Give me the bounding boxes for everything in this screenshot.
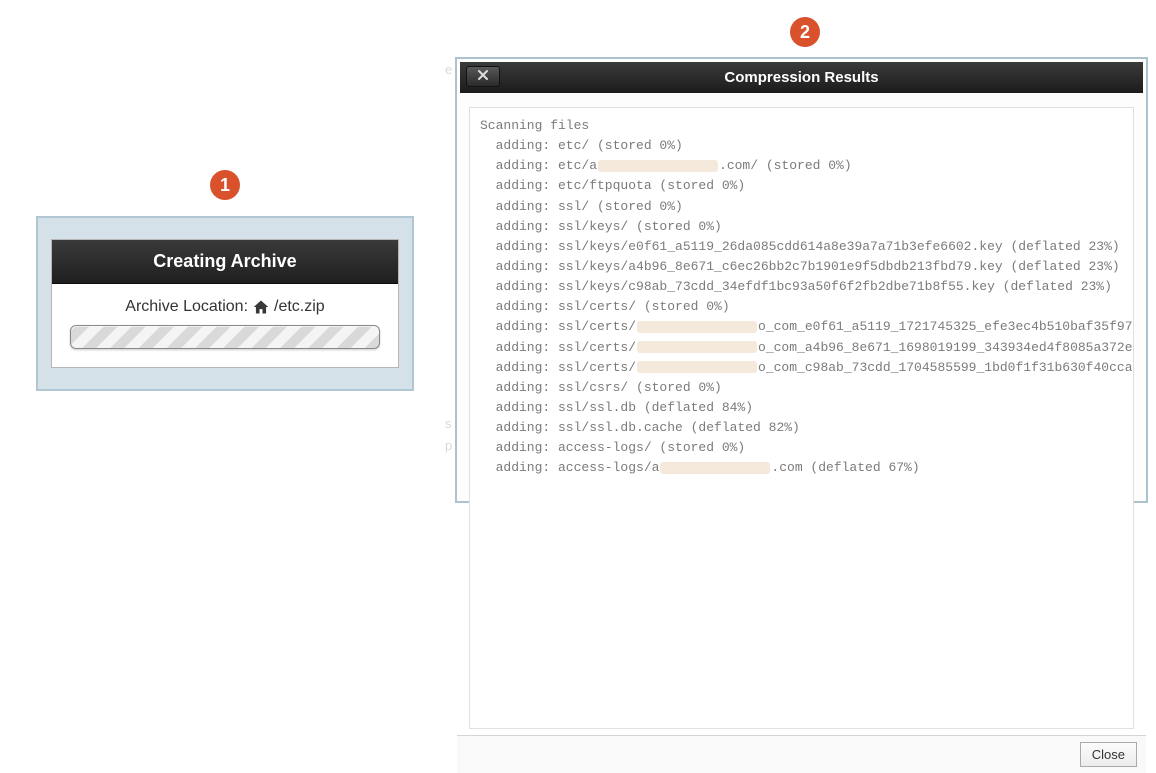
- log-line: adding: etc/ (stored 0%): [480, 136, 1123, 156]
- log-text: adding: ssl/certs/: [496, 319, 636, 334]
- callout-number: 2: [800, 22, 810, 43]
- dialog-body: Scanning files adding: etc/ (stored 0%) ad…: [457, 96, 1146, 735]
- log-line: adding: access-logs/ (stored 0%): [480, 438, 1123, 458]
- dialog-title: Compression Results: [724, 69, 878, 86]
- log-line: [480, 700, 1123, 720]
- dialog-footer: Close: [457, 735, 1146, 773]
- close-icon: [477, 69, 489, 84]
- log-line: adding: ssl/ssl.db.cache (deflated 82%): [480, 418, 1123, 438]
- log-text: adding: access-logs/a: [496, 460, 660, 475]
- log-line: adding: ssl/certs/o_com_e0f61_a5119_1721…: [480, 317, 1123, 337]
- redacted-segment: [598, 160, 718, 172]
- log-text: adding: ssl/keys/ (stored 0%): [496, 219, 722, 234]
- log-line: [480, 499, 1123, 519]
- log-line: adding: ssl/certs/o_com_c98ab_73cdd_1704…: [480, 358, 1123, 378]
- log-line: [480, 479, 1123, 499]
- redacted-segment: [637, 321, 757, 333]
- redacted-segment: [637, 361, 757, 373]
- log-text: adding: ssl/certs/: [496, 340, 636, 355]
- callout-badge-1: 1: [210, 170, 240, 200]
- log-line: adding: ssl/certs/ (stored 0%): [480, 297, 1123, 317]
- log-line: [480, 680, 1123, 700]
- log-output[interactable]: Scanning files adding: etc/ (stored 0%) ad…: [469, 107, 1134, 729]
- bg-fragment: p: [445, 438, 452, 453]
- log-text: adding: ssl/keys/a4b96_8e671_c6ec26bb2c7…: [496, 259, 1120, 274]
- log-text: adding: ssl/certs/ (stored 0%): [496, 299, 730, 314]
- log-line: Scanning files: [480, 116, 1123, 136]
- log-text: o_com_c98ab_73cdd_1704585599_1bd0f1f31b6…: [758, 360, 1134, 375]
- log-line: [480, 660, 1123, 680]
- log-line: [480, 599, 1123, 619]
- log-line: [480, 559, 1123, 579]
- progress-bar: [70, 325, 380, 349]
- log-text: .com (deflated 67%): [771, 460, 919, 475]
- compression-results-dialog: Compression Results Scanning files adding…: [455, 57, 1148, 503]
- log-text: adding: etc/a: [496, 158, 597, 173]
- log-text: adding: ssl/ (stored 0%): [496, 199, 683, 214]
- log-line: adding: ssl/keys/e0f61_a5119_26da085cdd6…: [480, 237, 1123, 257]
- log-line: [480, 519, 1123, 539]
- log-line: [480, 620, 1123, 640]
- callout-badge-2: 2: [790, 17, 820, 47]
- home-icon: [252, 299, 270, 315]
- dialog-header: Compression Results: [460, 62, 1143, 93]
- log-text: adding: ssl/ssl.db.cache (deflated 82%): [496, 420, 800, 435]
- log-line: adding: ssl/csrs/ (stored 0%): [480, 378, 1123, 398]
- log-line: [480, 579, 1123, 599]
- redacted-segment: [637, 341, 757, 353]
- log-text: adding: ssl/csrs/ (stored 0%): [496, 380, 722, 395]
- callout-number: 1: [220, 175, 230, 196]
- log-line: [480, 539, 1123, 559]
- log-line: adding: etc/a .com/ (stored 0%): [480, 156, 1123, 176]
- log-text: adding: ssl/ssl.db (deflated 84%): [496, 400, 753, 415]
- bg-fragment: e: [445, 62, 452, 77]
- bg-fragment: s: [445, 416, 452, 431]
- log-line: adding: ssl/keys/a4b96_8e671_c6ec26bb2c7…: [480, 257, 1123, 277]
- log-text: adding: access-logs/ (stored 0%): [496, 440, 746, 455]
- log-text: adding: ssl/keys/c98ab_73cdd_34efdf1bc93…: [496, 279, 1112, 294]
- log-line: adding: access-logs/a .com (deflated 67%): [480, 458, 1123, 478]
- redacted-segment: [660, 462, 770, 474]
- close-button[interactable]: Close: [1080, 742, 1137, 767]
- log-line: adding: ssl/certs/o_com_a4b96_8e671_1698…: [480, 338, 1123, 358]
- log-text: adding: ssl/certs/: [496, 360, 636, 375]
- log-line: adding: ssl/ssl.db (deflated 84%): [480, 398, 1123, 418]
- close-icon-button[interactable]: [466, 66, 500, 87]
- log-line: adding: ssl/ (stored 0%): [480, 197, 1123, 217]
- archive-location-value: /etc.zip: [274, 298, 325, 316]
- log-text: adding: ssl/keys/e0f61_a5119_26da085cdd6…: [496, 239, 1120, 254]
- dialog-body: Archive Location: /etc.zip: [52, 284, 398, 367]
- archive-location-row: Archive Location: /etc.zip: [70, 298, 380, 316]
- creating-archive-dialog: Creating Archive Archive Location: /etc.…: [36, 216, 414, 391]
- log-text: o_com_e0f61_a5119_1721745325_efe3ec4b510…: [758, 319, 1134, 334]
- log-text: adding: etc/ (stored 0%): [496, 138, 683, 153]
- log-text: o_com_a4b96_8e671_1698019199_343934ed4f8…: [758, 340, 1134, 355]
- creating-archive-inner: Creating Archive Archive Location: /etc.…: [51, 239, 399, 368]
- log-line: adding: etc/ftpquota (stored 0%): [480, 176, 1123, 196]
- archive-location-label: Archive Location:: [125, 298, 248, 316]
- log-line: [480, 640, 1123, 660]
- log-line: adding: ssl/keys/c98ab_73cdd_34efdf1bc93…: [480, 277, 1123, 297]
- log-text: .com/ (stored 0%): [719, 158, 852, 173]
- log-line: adding: ssl/keys/ (stored 0%): [480, 217, 1123, 237]
- log-text: adding: etc/ftpquota (stored 0%): [496, 178, 746, 193]
- dialog-title: Creating Archive: [52, 240, 398, 284]
